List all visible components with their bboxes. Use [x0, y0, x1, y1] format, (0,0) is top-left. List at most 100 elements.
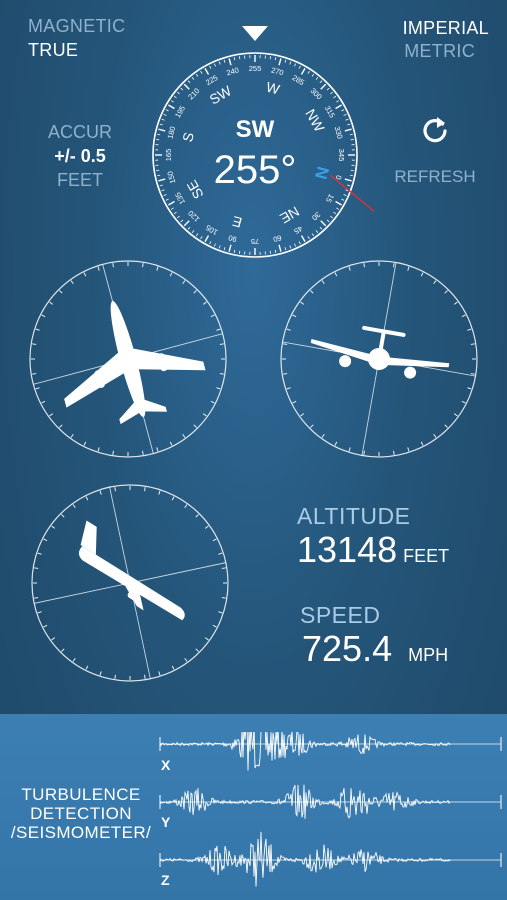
- compass-degree-label: 105: [204, 223, 219, 237]
- compass-degree-label: 270: [270, 65, 284, 77]
- dial-tick: [32, 343, 37, 345]
- compass-tick: [278, 58, 282, 66]
- compass-tick: [311, 233, 315, 237]
- compass-tick: [341, 198, 345, 201]
- dial-tick: [195, 514, 199, 518]
- dial-tick: [97, 266, 100, 271]
- compass-tick: [298, 241, 301, 245]
- altitude-label: ALTITUDE: [297, 503, 411, 529]
- dial-tick: [321, 280, 325, 285]
- compass-degree-label: 240: [225, 65, 239, 77]
- dial-tick: [310, 424, 314, 428]
- compass-tick: [333, 95, 337, 99]
- dial-tick: [286, 387, 291, 390]
- compass-tick: [168, 104, 175, 110]
- imperial-option[interactable]: IMPERIAL: [403, 18, 489, 39]
- compass-tick: [195, 233, 199, 237]
- compass-tick: [307, 236, 310, 240]
- dial-tick: [182, 280, 186, 285]
- dial-tick: [204, 525, 209, 529]
- compass-degree-label: 285: [291, 73, 306, 87]
- dial-tick: [49, 301, 54, 305]
- dial-tick: [171, 496, 175, 501]
- dial-tick: [310, 290, 314, 294]
- dial-tick: [292, 400, 297, 404]
- dial-tick: [72, 504, 76, 509]
- dial-tick: [453, 301, 458, 305]
- accuracy-unit: FEET: [56, 170, 103, 190]
- seismometer-title-line: TURBULENCE: [21, 785, 141, 804]
- dial-tick: [97, 447, 100, 452]
- compass-tick: [294, 63, 297, 67]
- compass-tick: [180, 219, 184, 223]
- compass-tick: [233, 249, 236, 253]
- true-north-option[interactable]: TRUE: [28, 40, 78, 61]
- dial-tick: [85, 665, 89, 670]
- dial-tick: [114, 674, 116, 679]
- seismometer-title-line: DETECTION: [30, 804, 132, 823]
- dial-tick: [286, 328, 291, 331]
- compass-direction: SW: [235, 116, 275, 143]
- compass-tick: [165, 109, 169, 112]
- compass-tick: [183, 220, 190, 227]
- dial-tick: [193, 290, 197, 294]
- compass-tick: [341, 109, 345, 112]
- seismograph: [159, 732, 502, 887]
- dial-tick: [420, 441, 424, 446]
- compass-tick: [228, 58, 232, 66]
- dial-tick: [348, 266, 351, 271]
- pitch-gauge: [29, 260, 227, 458]
- airplane-front-view-icon: [310, 325, 450, 379]
- altitude-readout: 13148 FEET: [297, 529, 449, 571]
- dial-tick: [210, 314, 215, 318]
- compass-tick: [274, 249, 277, 253]
- compass-tick: [195, 73, 199, 77]
- compass-tick: [289, 245, 292, 249]
- compass-tick: [300, 235, 306, 242]
- compass-dial[interactable]: 0 15 30 45 60 75 90 105 120 135 150 165 180 195 210 225…: [150, 50, 375, 260]
- dial-tick: [470, 373, 475, 375]
- compass-tick: [298, 65, 301, 69]
- compass-tick: [218, 245, 221, 249]
- compass-degree-label: 75: [251, 237, 259, 246]
- dial-tick: [467, 387, 472, 390]
- dial-tick: [35, 328, 40, 331]
- compass-degree-label: 45: [292, 224, 304, 236]
- axis-label-x: X: [161, 757, 171, 773]
- roll-gauge: [280, 260, 478, 458]
- dial-tick: [43, 624, 48, 628]
- metric-option[interactable]: METRIC: [404, 41, 475, 62]
- dial-tick: [72, 657, 76, 662]
- dial-tick: [218, 611, 223, 614]
- dial-tick: [444, 424, 448, 428]
- dial-tick: [184, 504, 188, 509]
- compass-degree-label: 225: [204, 73, 219, 87]
- dial-tick: [51, 525, 56, 529]
- compass-tick: [173, 211, 177, 215]
- dial-tick: [35, 387, 40, 390]
- compass-tick: [165, 198, 169, 201]
- dial-tick: [34, 597, 39, 599]
- dial-tick: [407, 266, 410, 271]
- speed-label: SPEED: [300, 602, 381, 628]
- magnetic-option[interactable]: MAGNETIC: [28, 16, 125, 37]
- refresh-button[interactable]: REFRESH: [388, 114, 482, 187]
- dial-tick: [283, 343, 288, 345]
- compass-tick: [311, 73, 315, 77]
- dial-tick: [216, 328, 221, 331]
- dial-tick: [99, 671, 102, 676]
- dial-tick: [193, 424, 197, 428]
- compass-cardinal-label: SW: [207, 82, 235, 108]
- compass-tick: [170, 207, 174, 210]
- dial-tick: [218, 552, 223, 555]
- compass-tick: [343, 194, 347, 197]
- dial-tick: [393, 450, 395, 455]
- compass-heading: 255°: [213, 148, 297, 192]
- compass-tick: [289, 61, 292, 65]
- compass-tick: [315, 77, 319, 80]
- dial-tick: [461, 400, 466, 404]
- seismometer-title: TURBULENCE DETECTION /SEISMOMETER/: [6, 785, 156, 842]
- dial-tick: [334, 441, 338, 446]
- compass-tick: [204, 68, 210, 75]
- compass-tick: [173, 95, 177, 99]
